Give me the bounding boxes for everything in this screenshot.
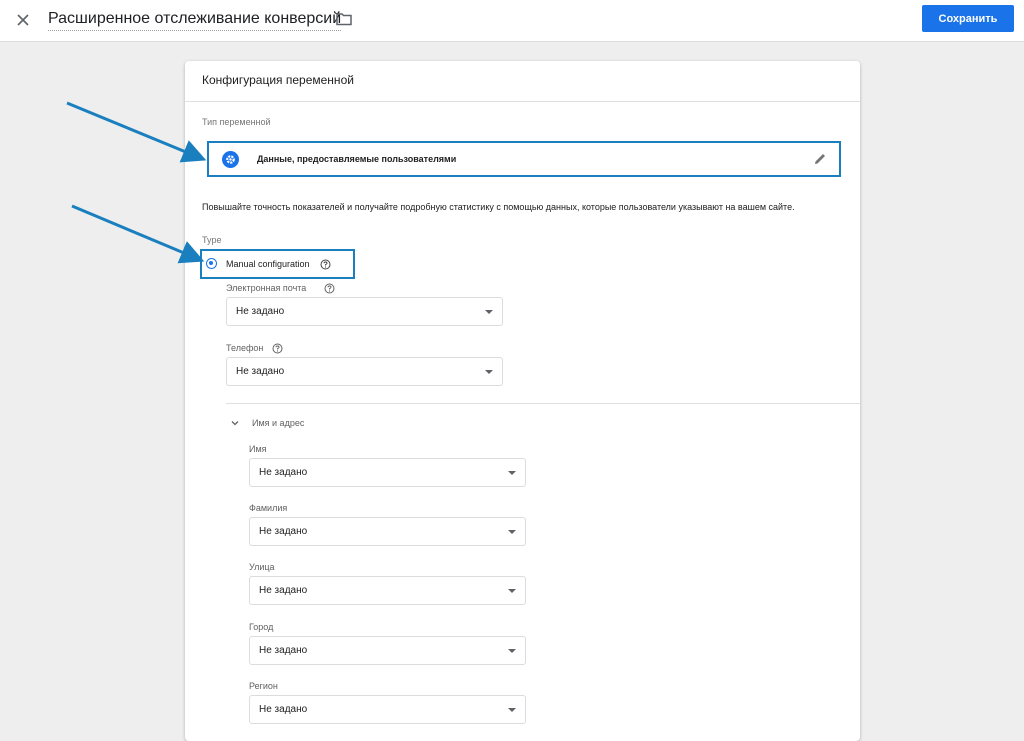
region-select[interactable]: Не задано	[249, 695, 526, 724]
last-name-select-value: Не задано	[259, 526, 308, 537]
phone-label: Телефон	[226, 343, 264, 353]
variable-configuration-card: Конфигурация переменной Тип переменной Д…	[185, 61, 860, 741]
variable-type-selector[interactable]: Данные, предоставляемые пользователями	[207, 141, 841, 177]
manual-configuration-option[interactable]: Manual configuration	[200, 249, 355, 279]
variable-type-label: Тип переменной	[202, 117, 271, 127]
last-name-label: Фамилия	[249, 503, 288, 513]
city-label: Город	[249, 622, 274, 632]
city-select-value: Не задано	[259, 645, 308, 656]
description-text: Повышайте точность показателей и получай…	[202, 202, 795, 212]
pencil-icon[interactable]	[812, 151, 828, 167]
dropdown-arrow-icon	[508, 530, 516, 534]
region-select-value: Не задано	[259, 704, 308, 715]
dropdown-arrow-icon	[508, 649, 516, 653]
save-button[interactable]: Сохранить	[922, 5, 1014, 32]
street-select-value: Не задано	[259, 585, 308, 596]
last-name-select[interactable]: Не задано	[249, 517, 526, 546]
region-label: Регион	[249, 681, 278, 691]
phone-select-value: Не задано	[236, 366, 285, 377]
email-select-value: Не задано	[236, 306, 285, 317]
manual-configuration-label[interactable]: Manual configuration	[226, 259, 310, 269]
email-select[interactable]: Не задано	[226, 297, 503, 326]
top-bar: Расширенное отслеживание конверсий Сохра…	[0, 0, 1024, 42]
annotation-arrow	[71, 204, 205, 264]
street-label: Улица	[249, 562, 275, 572]
card-header-title: Конфигурация переменной	[185, 61, 860, 102]
name-address-section-toggle[interactable]: Имя и адрес	[252, 418, 304, 428]
variable-type-value: Данные, предоставляемые пользователями	[257, 154, 457, 164]
dropdown-arrow-icon	[508, 708, 516, 712]
type-label: Type	[202, 235, 222, 245]
street-select[interactable]: Не задано	[249, 576, 526, 605]
dropdown-arrow-icon	[485, 370, 493, 374]
help-icon[interactable]	[272, 343, 283, 354]
radio-selected-dot	[209, 261, 213, 265]
help-icon[interactable]	[324, 283, 335, 294]
dropdown-arrow-icon	[508, 471, 516, 475]
first-name-select[interactable]: Не задано	[249, 458, 526, 487]
gear-icon	[222, 151, 239, 168]
phone-select[interactable]: Не задано	[226, 357, 503, 386]
first-name-select-value: Не задано	[259, 467, 308, 478]
close-icon[interactable]	[13, 10, 33, 30]
dropdown-arrow-icon	[485, 310, 493, 314]
dropdown-arrow-icon	[508, 589, 516, 593]
chevron-down-icon[interactable]	[230, 418, 240, 428]
annotation-arrow	[66, 101, 207, 163]
page-title[interactable]: Расширенное отслеживание конверсий	[48, 10, 342, 31]
first-name-label: Имя	[249, 444, 267, 454]
email-label: Электронная почта	[226, 283, 307, 293]
help-icon[interactable]	[320, 259, 331, 270]
folder-icon[interactable]	[335, 10, 353, 28]
divider	[226, 403, 860, 404]
manual-configuration-radio[interactable]	[206, 258, 217, 269]
city-select[interactable]: Не задано	[249, 636, 526, 665]
